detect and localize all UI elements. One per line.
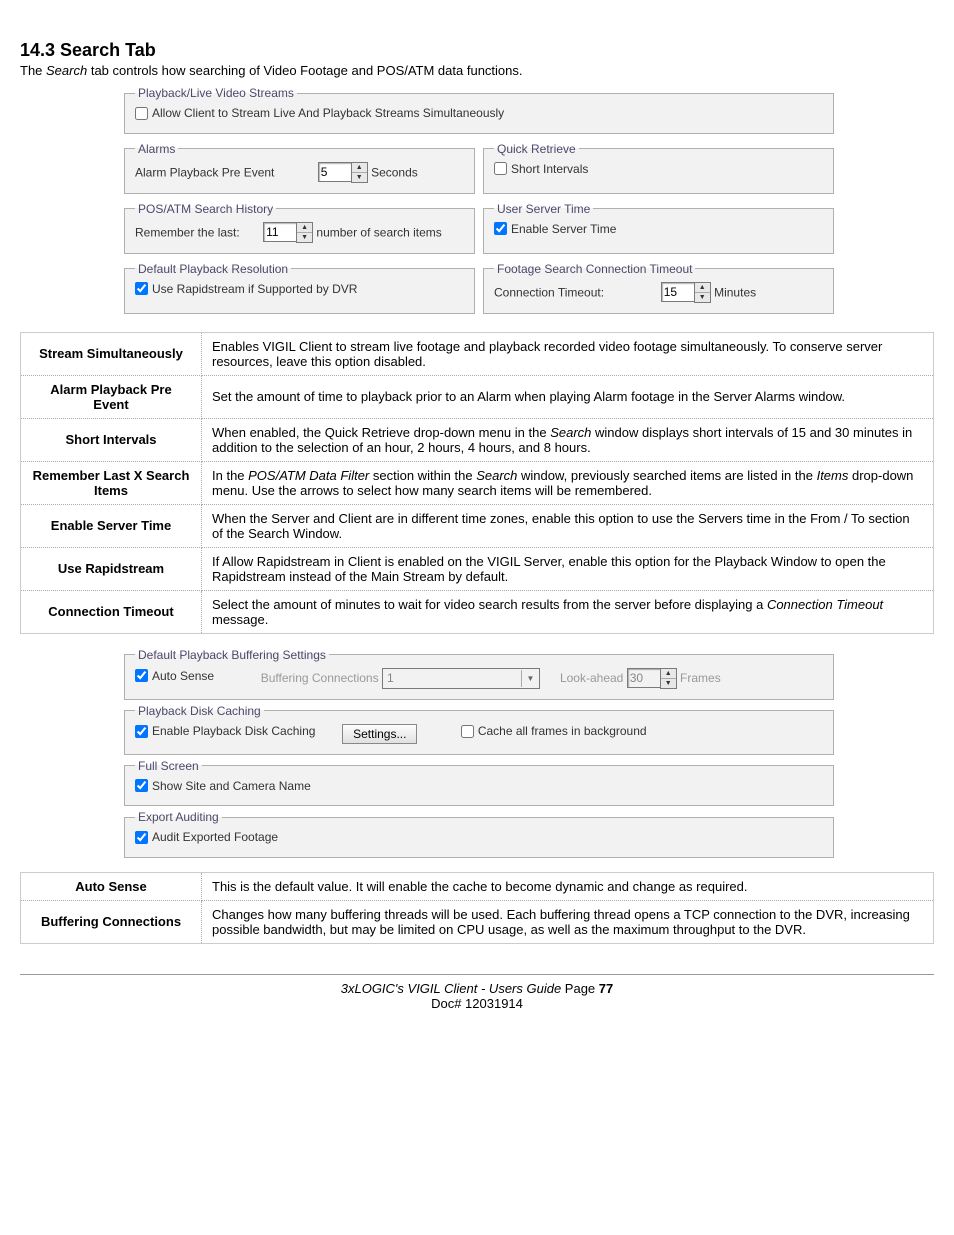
- checkbox-icon[interactable]: [135, 282, 148, 295]
- table-row: Use RapidstreamIf Allow Rapidstream in C…: [21, 547, 934, 590]
- auto-sense-checkbox[interactable]: Auto Sense: [135, 669, 214, 683]
- group-buffering-settings: Default Playback Buffering Settings Auto…: [124, 648, 834, 700]
- group-connection-timeout: Footage Search Connection Timeout Connec…: [483, 262, 834, 314]
- search-tab-panel-1: Playback/Live Video Streams Allow Client…: [124, 86, 834, 318]
- chevron-up-icon: ▲: [661, 669, 676, 679]
- checkbox-icon[interactable]: [494, 162, 507, 175]
- buffering-connections-select: 1▼: [382, 668, 540, 689]
- checkbox-icon[interactable]: [135, 669, 148, 682]
- definition-desc: When the Server and Client are in differ…: [202, 504, 934, 547]
- checkbox-icon[interactable]: [135, 725, 148, 738]
- table-row: Enable Server TimeWhen the Server and Cl…: [21, 504, 934, 547]
- remember-last-spinner[interactable]: ▲▼: [263, 222, 313, 243]
- table-row: Auto SenseThis is the default value. It …: [21, 872, 934, 900]
- definition-desc: This is the default value. It will enabl…: [202, 872, 934, 900]
- definition-term: Alarm Playback Pre Event: [21, 375, 202, 418]
- checkbox-icon[interactable]: [135, 107, 148, 120]
- definition-desc: Select the amount of minutes to wait for…: [202, 590, 934, 633]
- chevron-up-icon: ▲: [695, 283, 710, 293]
- settings-button[interactable]: Settings...: [342, 724, 417, 744]
- checkbox-icon[interactable]: [135, 779, 148, 792]
- definition-term: Remember Last X Search Items: [21, 461, 202, 504]
- definition-desc: Enables VIGIL Client to stream live foot…: [202, 332, 934, 375]
- chevron-down-icon: ▼: [521, 670, 539, 687]
- chevron-down-icon: ▼: [695, 293, 710, 302]
- definition-desc: When enabled, the Quick Retrieve drop-do…: [202, 418, 934, 461]
- table-row: Stream SimultaneouslyEnables VIGIL Clien…: [21, 332, 934, 375]
- group-export-auditing: Export Auditing Audit Exported Footage: [124, 810, 834, 858]
- group-full-screen: Full Screen Show Site and Camera Name: [124, 759, 834, 807]
- group-pos-atm-history: POS/ATM Search History Remember the last…: [124, 202, 475, 254]
- definition-term: Buffering Connections: [21, 900, 202, 943]
- chevron-up-icon: ▲: [352, 163, 367, 173]
- checkbox-icon[interactable]: [135, 831, 148, 844]
- show-site-camera-checkbox[interactable]: Show Site and Camera Name: [135, 779, 311, 793]
- group-playback-disk-caching: Playback Disk Caching Enable Playback Di…: [124, 704, 834, 755]
- cache-all-frames-checkbox[interactable]: Cache all frames in background: [461, 724, 647, 738]
- section-subtitle: The Search tab controls how searching of…: [20, 63, 934, 78]
- group-quick-retrieve: Quick Retrieve Short Intervals: [483, 142, 834, 194]
- chevron-down-icon: ▼: [352, 173, 367, 182]
- chevron-up-icon: ▲: [297, 223, 312, 233]
- definition-term: Auto Sense: [21, 872, 202, 900]
- chevron-down-icon: ▼: [297, 233, 312, 242]
- group-default-playback-resolution: Default Playback Resolution Use Rapidstr…: [124, 262, 475, 314]
- table-row: Buffering ConnectionsChanges how many bu…: [21, 900, 934, 943]
- group-user-server-time: User Server Time Enable Server Time: [483, 202, 834, 254]
- section-heading: 14.3 Search Tab: [20, 40, 934, 61]
- page-footer: 3xLOGIC's VIGIL Client - Users Guide Pag…: [20, 974, 934, 1011]
- use-rapidstream-checkbox[interactable]: Use Rapidstream if Supported by DVR: [135, 282, 357, 296]
- table-row: Remember Last X Search ItemsIn the POS/A…: [21, 461, 934, 504]
- audit-exported-footage-checkbox[interactable]: Audit Exported Footage: [135, 830, 278, 844]
- group-alarms: Alarms Alarm Playback Pre Event ▲▼ Secon…: [124, 142, 475, 194]
- definition-term: Connection Timeout: [21, 590, 202, 633]
- connection-timeout-spinner[interactable]: ▲▼: [661, 282, 711, 303]
- definition-desc: In the POS/ATM Data Filter section withi…: [202, 461, 934, 504]
- group-playback-live: Playback/Live Video Streams Allow Client…: [124, 86, 834, 134]
- chevron-down-icon: ▼: [661, 679, 676, 688]
- enable-server-time-checkbox[interactable]: Enable Server Time: [494, 222, 616, 236]
- checkbox-icon[interactable]: [461, 725, 474, 738]
- definition-term: Short Intervals: [21, 418, 202, 461]
- checkbox-icon[interactable]: [494, 222, 507, 235]
- definition-term: Stream Simultaneously: [21, 332, 202, 375]
- definition-desc: Set the amount of time to playback prior…: [202, 375, 934, 418]
- search-tab-panel-2: Default Playback Buffering Settings Auto…: [124, 648, 834, 858]
- enable-disk-caching-checkbox[interactable]: Enable Playback Disk Caching: [135, 724, 315, 738]
- definition-term: Enable Server Time: [21, 504, 202, 547]
- definitions-table-1: Stream SimultaneouslyEnables VIGIL Clien…: [20, 332, 934, 634]
- definition-term: Use Rapidstream: [21, 547, 202, 590]
- stream-simultaneously-checkbox[interactable]: Allow Client to Stream Live And Playback…: [135, 106, 504, 120]
- table-row: Alarm Playback Pre EventSet the amount o…: [21, 375, 934, 418]
- look-ahead-spinner: ▲▼: [627, 668, 677, 689]
- definitions-table-2: Auto SenseThis is the default value. It …: [20, 872, 934, 944]
- definition-desc: Changes how many buffering threads will …: [202, 900, 934, 943]
- definition-desc: If Allow Rapidstream in Client is enable…: [202, 547, 934, 590]
- table-row: Connection TimeoutSelect the amount of m…: [21, 590, 934, 633]
- table-row: Short IntervalsWhen enabled, the Quick R…: [21, 418, 934, 461]
- alarm-pre-event-spinner[interactable]: ▲▼: [318, 162, 368, 183]
- short-intervals-checkbox[interactable]: Short Intervals: [494, 162, 588, 176]
